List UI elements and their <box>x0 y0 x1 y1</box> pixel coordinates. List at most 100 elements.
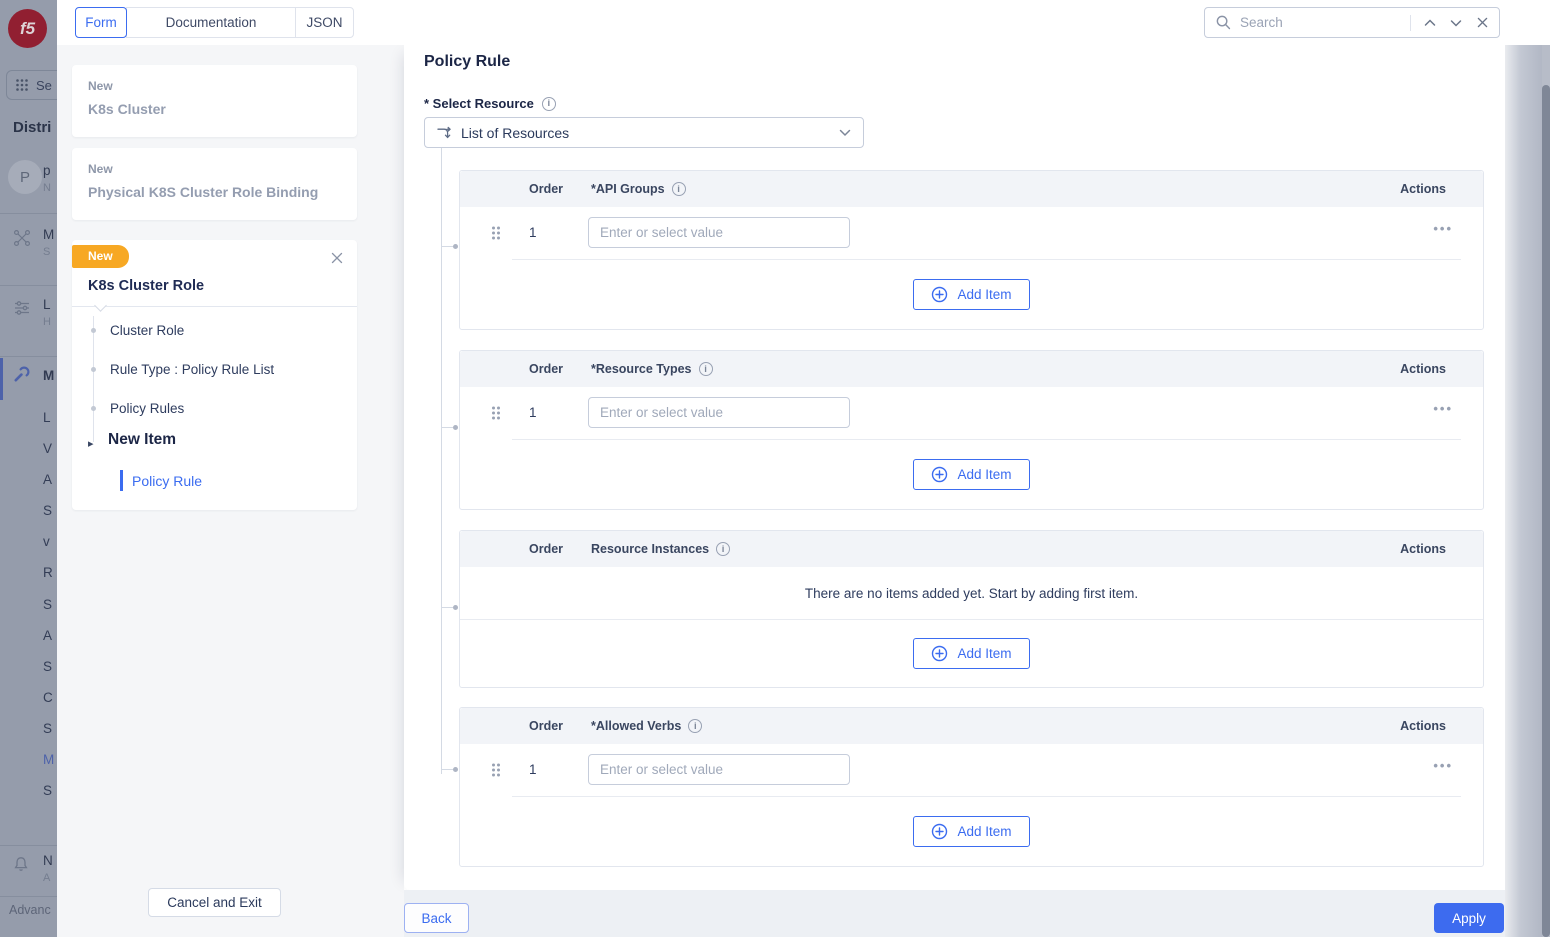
nav-item: L <box>43 297 51 312</box>
tree-item-policy-rules[interactable]: Policy Rules <box>110 401 184 416</box>
background-page-edge <box>1505 45 1550 937</box>
actions-header: Actions <box>1400 362 1446 376</box>
bell-icon <box>12 855 30 873</box>
row-actions-menu[interactable]: ••• <box>1433 401 1453 416</box>
add-item-label: Add Item <box>957 824 1011 839</box>
table-footer: Add Item <box>460 440 1483 509</box>
table-row: 1 ••• <box>460 744 1483 796</box>
close-icon <box>1477 17 1488 28</box>
tab-form[interactable]: Form <box>75 7 127 38</box>
subnav-item: A <box>43 628 52 648</box>
add-item-button[interactable]: Add Item <box>913 459 1029 490</box>
field-header-text: *Allowed Verbs <box>591 719 681 733</box>
search-input[interactable] <box>1240 15 1404 30</box>
nav-item-sub: H <box>43 316 51 328</box>
notifications-label: N <box>43 853 53 868</box>
resource-types-input[interactable] <box>588 397 850 428</box>
grid-icon <box>15 78 29 92</box>
field-header: *API Groups i <box>591 182 686 196</box>
topbar: Form Documentation JSON <box>57 0 1550 45</box>
add-item-button[interactable]: Add Item <box>913 816 1029 847</box>
subnav-item: S <box>43 503 52 523</box>
select-resource-dropdown[interactable]: List of Resources <box>424 117 864 148</box>
back-button[interactable]: Back <box>404 903 469 933</box>
load-balancer-icon <box>13 299 31 317</box>
select-resource-value: List of Resources <box>461 125 569 141</box>
wizard-step-active-k8s-cluster-role: New K8s Cluster Role Cluster Role Rule T… <box>72 240 357 510</box>
add-item-button[interactable]: Add Item <box>913 638 1029 669</box>
f5-logo: f5 <box>8 9 47 48</box>
tab-json[interactable]: JSON <box>295 7 354 38</box>
tree-item-policy-rule[interactable]: Policy Rule <box>132 473 202 489</box>
info-icon[interactable]: i <box>672 182 686 196</box>
actions-header: Actions <box>1400 542 1446 556</box>
plus-circle-icon <box>931 645 948 662</box>
drag-handle-icon[interactable] <box>490 761 502 779</box>
subnav-item: A <box>43 472 52 492</box>
drag-handle-icon[interactable] <box>490 224 502 242</box>
divider <box>1410 15 1411 31</box>
wizard-step-cluster-role-binding[interactable]: New Physical K8S Cluster Role Binding <box>72 148 357 220</box>
form-tree-connector <box>441 148 442 774</box>
avatar: P <box>8 160 42 194</box>
wizard-step-k8s-cluster[interactable]: New K8s Cluster <box>72 65 357 137</box>
order-header: Order <box>529 182 591 196</box>
cancel-and-exit-button[interactable]: Cancel and Exit <box>148 888 281 917</box>
new-badge: New <box>72 245 129 268</box>
table-row: 1 ••• <box>460 387 1483 439</box>
apply-button[interactable]: Apply <box>1434 903 1504 933</box>
search-next-button[interactable] <box>1443 10 1469 36</box>
table-header: Order Resource Instances i Actions <box>460 531 1483 567</box>
subnav-item: S <box>43 721 52 741</box>
table-row: 1 ••• <box>460 207 1483 259</box>
sidebar-footer-link: Advanc <box>9 903 51 917</box>
view-tabs: Form Documentation JSON <box>75 7 354 38</box>
api-groups-input[interactable] <box>588 217 850 248</box>
add-item-button[interactable]: Add Item <box>913 279 1029 310</box>
connector-stub <box>441 427 453 428</box>
wizard-panel: New K8s Cluster New Physical K8S Cluster… <box>57 45 404 937</box>
tree-item-rule-type[interactable]: Rule Type : Policy Rule List <box>110 362 274 377</box>
wrench-icon <box>13 366 30 383</box>
order-header: Order <box>529 719 591 733</box>
allowed-verbs-table: Order *Allowed Verbs i Actions 1 ••• <box>459 707 1484 867</box>
subnav-item-active: M <box>43 752 54 772</box>
allowed-verbs-input[interactable] <box>588 754 850 785</box>
row-actions-menu[interactable]: ••• <box>1433 221 1453 236</box>
background-sidebar: f5 Se Distri P p N M S <box>0 0 57 937</box>
plus-circle-icon <box>931 823 948 840</box>
info-icon[interactable]: i <box>542 97 556 111</box>
scrollbar-thumb[interactable] <box>1542 85 1550 937</box>
divider <box>0 356 57 357</box>
profile-name: p <box>43 163 51 178</box>
tab-documentation[interactable]: Documentation <box>126 7 296 38</box>
info-icon[interactable]: i <box>716 542 730 556</box>
field-header: Resource Instances i <box>591 542 730 556</box>
connector-stub <box>441 769 453 770</box>
profile-sub: N <box>43 182 51 194</box>
nav-item-sub: S <box>43 246 50 258</box>
subnav-item: S <box>43 597 52 617</box>
connector-stub <box>441 607 453 608</box>
subnav-item: V <box>43 441 52 461</box>
row-actions-menu[interactable]: ••• <box>1433 758 1453 773</box>
field-header: *Resource Types i <box>591 362 713 376</box>
subnav-item: R <box>43 565 53 585</box>
drag-handle-icon[interactable] <box>490 404 502 422</box>
field-header: *Allowed Verbs i <box>591 719 702 733</box>
search-close-button[interactable] <box>1469 10 1495 36</box>
info-icon[interactable]: i <box>688 719 702 733</box>
tree-item-cluster-role[interactable]: Cluster Role <box>110 323 184 338</box>
plus-circle-icon <box>931 286 948 303</box>
form-footer: Back Apply <box>404 890 1505 937</box>
label-text: * Select Resource <box>424 96 534 111</box>
select-service-button: Se <box>6 70 57 100</box>
tree-item-new-item[interactable]: New Item <box>108 431 176 449</box>
resource-instances-table: Order Resource Instances i Actions There… <box>459 530 1484 688</box>
close-step-button[interactable] <box>327 248 347 268</box>
chevron-down-icon <box>839 129 851 137</box>
subnav-item: v <box>43 534 50 554</box>
info-icon[interactable]: i <box>699 362 713 376</box>
search-prev-button[interactable] <box>1417 10 1443 36</box>
row-order: 1 <box>529 762 537 777</box>
